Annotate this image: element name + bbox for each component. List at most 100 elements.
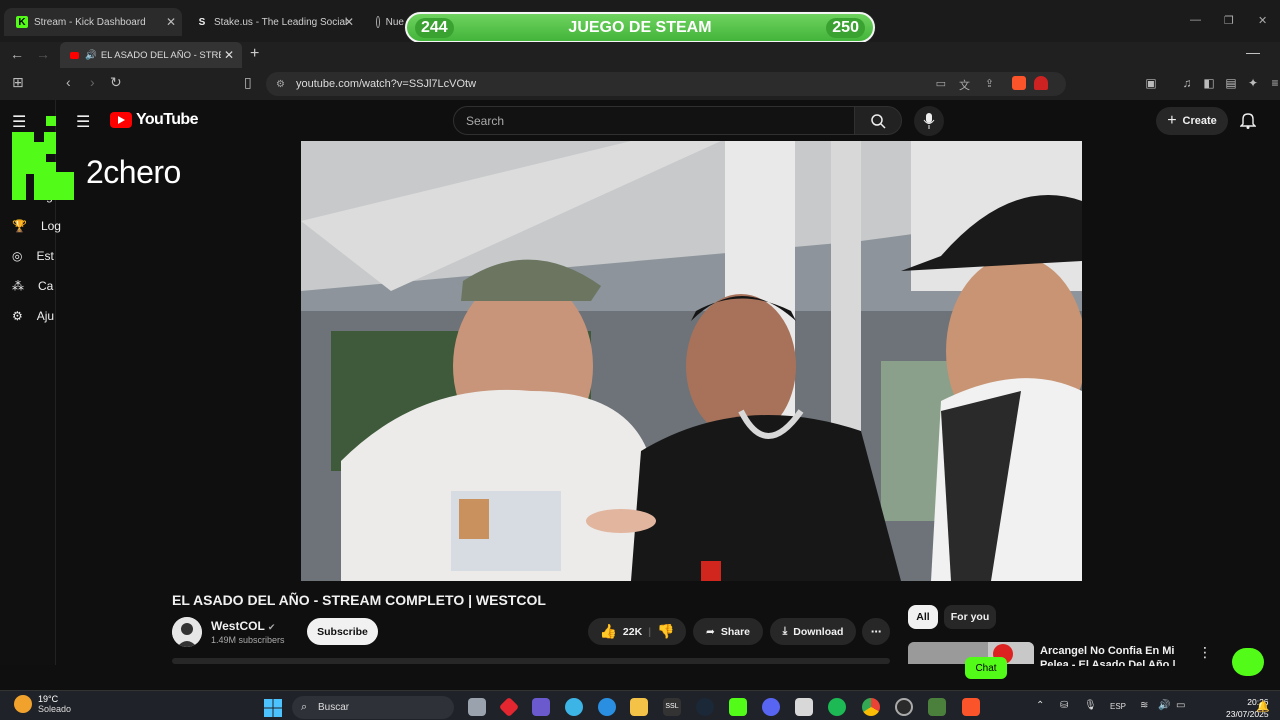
- minimize-icon[interactable]: —: [1246, 44, 1260, 60]
- video-player[interactable]: [301, 141, 1082, 581]
- new-tab-button[interactable]: +: [250, 45, 259, 63]
- video-frame: [301, 141, 1082, 581]
- discord-icon[interactable]: [762, 698, 780, 716]
- kick-sidebar-item[interactable]: ⚙ Aju: [12, 309, 54, 323]
- obs-icon[interactable]: [895, 698, 913, 716]
- inner-tab-youtube[interactable]: 🔊 EL ASADO DEL AÑO - STREAM ✕: [60, 42, 242, 68]
- translate-icon[interactable]: 文: [959, 77, 970, 93]
- tray-chevron-icon[interactable]: ⌃: [1036, 700, 1044, 711]
- thumbs-up-icon[interactable]: 👍: [599, 623, 616, 640]
- kick-chat-button[interactable]: Chat: [965, 657, 1007, 679]
- close-tab-icon[interactable]: ✕: [344, 15, 354, 29]
- steam-icon[interactable]: [696, 698, 714, 716]
- brave-shield-icon[interactable]: [1012, 76, 1026, 90]
- forward-icon[interactable]: →: [36, 46, 50, 62]
- app-green-icon[interactable]: [928, 698, 946, 716]
- download-icon: ⤓: [782, 625, 788, 637]
- brave-icon[interactable]: [962, 698, 980, 716]
- reload-icon[interactable]: ↻: [110, 74, 122, 91]
- youtube-logo[interactable]: YouTube: [110, 111, 198, 129]
- share-icon[interactable]: ⇪: [985, 77, 994, 90]
- bookmark-icon[interactable]: ▯: [244, 74, 252, 91]
- close-tab-icon[interactable]: ✕: [166, 15, 176, 29]
- notification-center-icon[interactable]: 🔔: [1256, 700, 1270, 713]
- recommendation-title[interactable]: Arcangel No Confia En Mi Pelea - El Asad…: [1040, 644, 1200, 666]
- kick-sidebar-label: Ca: [38, 279, 54, 293]
- sidebar-icon[interactable]: ▣: [1144, 76, 1158, 90]
- like-count[interactable]: 22K: [623, 626, 642, 638]
- tray-network-icon[interactable]: ⛁: [1060, 700, 1068, 711]
- outer-tab-stake[interactable]: S Stake.us - The Leading Social C ✕: [184, 8, 360, 36]
- share-button[interactable]: ➦ Share: [693, 618, 763, 645]
- globe-favicon-icon: [376, 16, 380, 28]
- grid-icon[interactable]: ⊞: [12, 74, 24, 91]
- kick-sidebar-item[interactable]: ◎ Est: [12, 249, 54, 263]
- kick-favicon-icon: K: [16, 16, 28, 28]
- close-tab-icon[interactable]: ✕: [224, 48, 234, 62]
- create-button[interactable]: + Create: [1156, 107, 1228, 135]
- thumbs-down-icon[interactable]: 👎: [657, 623, 674, 640]
- edge-icon[interactable]: [598, 698, 616, 716]
- channel-avatar[interactable]: [172, 617, 202, 647]
- cast-icon[interactable]: ▭: [936, 77, 946, 90]
- outer-tab-kick-dashboard[interactable]: K Stream - Kick Dashboard ✕: [4, 8, 182, 36]
- forward-icon[interactable]: ›: [90, 74, 95, 90]
- maximize-icon[interactable]: ❐: [1224, 14, 1234, 27]
- more-vertical-icon[interactable]: ⋮: [1198, 644, 1212, 661]
- taskbar-search-input[interactable]: ⌕ Buscar: [292, 696, 454, 719]
- wallet-icon[interactable]: ▤: [1224, 76, 1238, 90]
- search-placeholder: Search: [466, 113, 505, 128]
- panel-icon[interactable]: ◧: [1202, 76, 1216, 90]
- site-info-icon[interactable]: ⚙: [276, 79, 285, 90]
- download-button[interactable]: ⤓ Download: [770, 618, 856, 645]
- file-explorer-icon[interactable]: [630, 698, 648, 716]
- kick-sidebar-label: Est: [36, 249, 54, 263]
- menu-icon[interactable]: ≡: [1268, 76, 1280, 90]
- close-window-icon[interactable]: ✕: [1258, 14, 1267, 27]
- youtube-logo-text: YouTube: [136, 111, 198, 128]
- search-button[interactable]: [854, 106, 902, 135]
- chip-for-you[interactable]: For you: [944, 605, 996, 629]
- voice-search-button[interactable]: [914, 106, 944, 136]
- notifications-bell-icon[interactable]: [1240, 112, 1256, 129]
- app-grid-icon[interactable]: [795, 698, 813, 716]
- outer-tab-partial[interactable]: Nue: [364, 8, 404, 36]
- kick-sidebar-item[interactable]: 🏆 Log: [12, 219, 61, 233]
- ssl-app-icon[interactable]: SSL: [663, 698, 681, 716]
- channel-name[interactable]: WestCOL ✔: [211, 619, 275, 633]
- back-icon[interactable]: ‹: [66, 74, 71, 90]
- share-label: Share: [720, 625, 750, 638]
- minimize-icon[interactable]: —: [1190, 14, 1201, 26]
- address-bar[interactable]: ⚙ youtube.com/watch?v=SSJl7LcVOtw ▭ 文 ⇪: [266, 72, 1066, 96]
- back-icon[interactable]: ←: [10, 46, 24, 62]
- music-icon[interactable]: ♫: [1180, 76, 1194, 90]
- brave-rewards-icon[interactable]: [1034, 76, 1048, 90]
- windows-start-icon[interactable]: [264, 699, 282, 717]
- kick-sidebar-item[interactable]: ⁂ Ca: [12, 279, 53, 293]
- outer-tab-label: Stream - Kick Dashboard: [34, 16, 146, 28]
- spotify-icon[interactable]: [828, 698, 846, 716]
- chrome-icon[interactable]: [862, 698, 880, 716]
- wifi-icon[interactable]: ≋: [1140, 700, 1148, 711]
- weather-widget[interactable]: 19°C Soleado: [14, 694, 71, 714]
- volume-icon[interactable]: 🔊: [1158, 700, 1170, 711]
- teams-icon[interactable]: [532, 698, 550, 716]
- search-input[interactable]: Search: [453, 106, 855, 135]
- tray-mic-icon[interactable]: 🎙: [1084, 700, 1097, 711]
- chip-all[interactable]: All: [908, 605, 938, 629]
- task-view-icon[interactable]: [468, 698, 486, 716]
- copilot-icon[interactable]: [565, 698, 583, 716]
- battery-icon[interactable]: ▭: [1176, 700, 1185, 711]
- kick-sidebar-label: Aju: [36, 309, 55, 323]
- subscribe-button[interactable]: Subscribe: [307, 618, 378, 645]
- youtube-play-icon: [110, 112, 132, 128]
- ai-icon[interactable]: ✦: [1246, 76, 1260, 90]
- youtube-menu-icon[interactable]: ☰: [76, 112, 90, 132]
- more-actions-button[interactable]: ⋯: [862, 618, 890, 645]
- kick-chat-bubble-icon[interactable]: [1232, 648, 1264, 676]
- video-title: EL ASADO DEL AÑO - STREAM COMPLETO | WES…: [172, 592, 546, 608]
- sun-icon: [14, 695, 32, 713]
- language-indicator[interactable]: ESP: [1110, 702, 1126, 711]
- divider: |: [648, 625, 652, 638]
- kick-app-icon[interactable]: [729, 698, 747, 716]
